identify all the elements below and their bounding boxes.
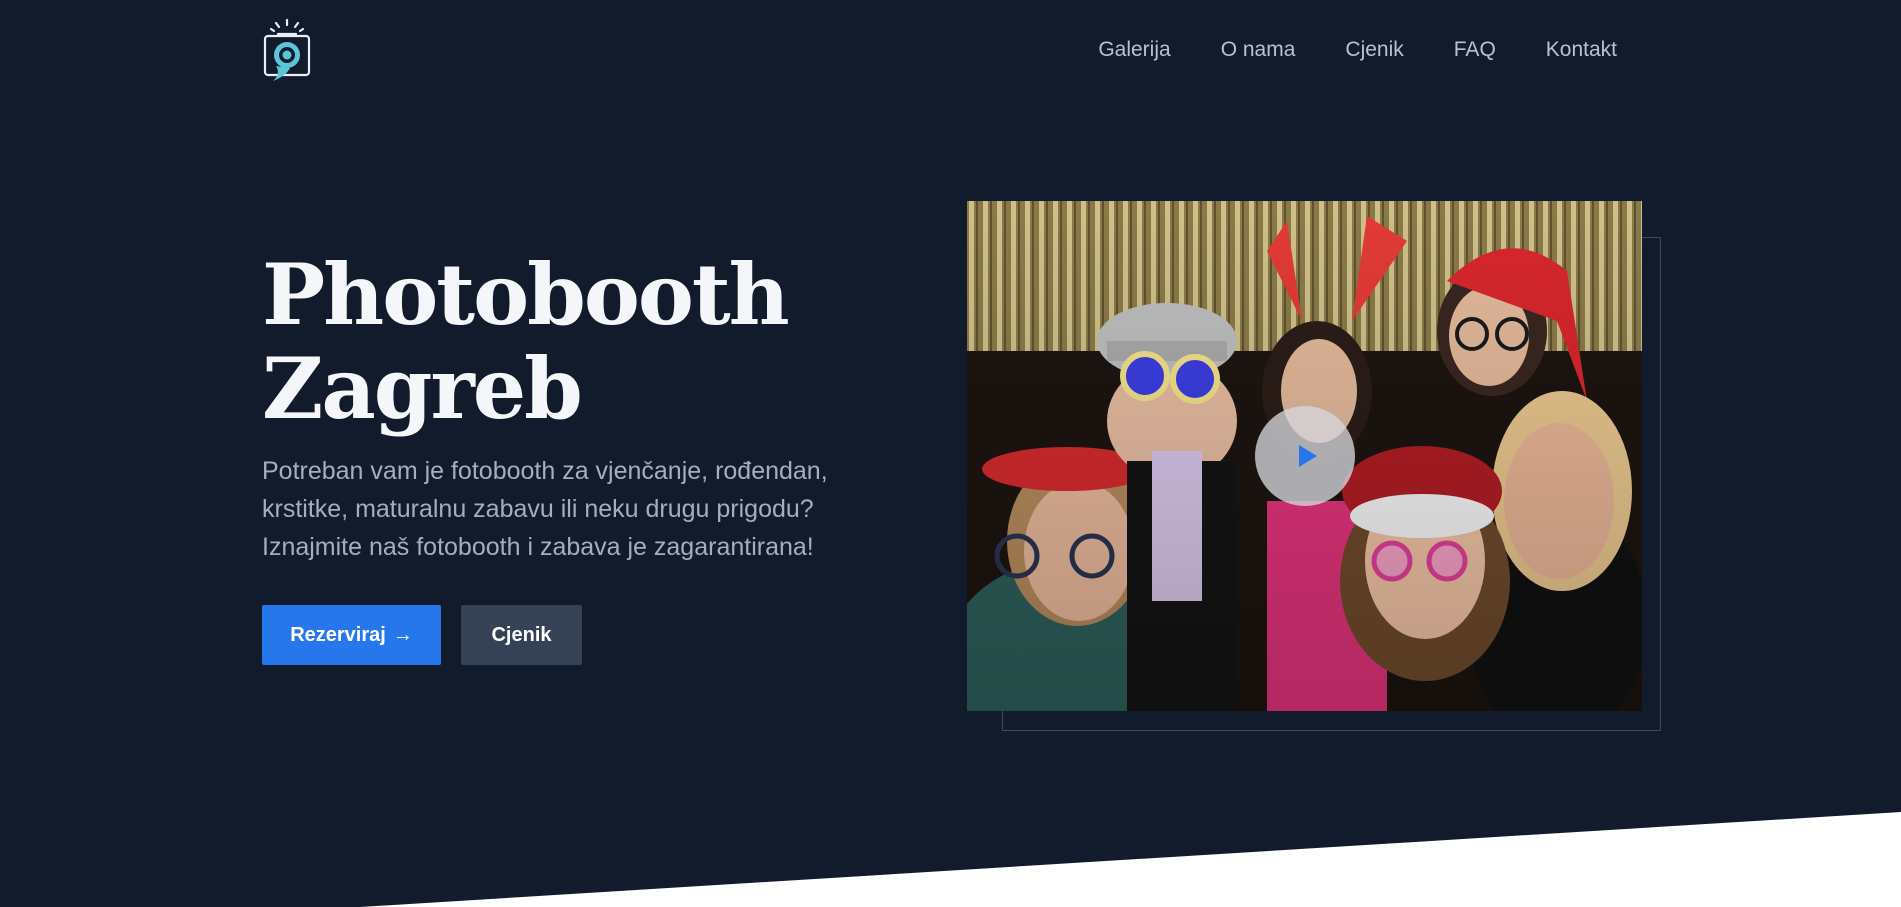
nav-galerija[interactable]: Galerija: [1098, 38, 1170, 62]
hero-title-line-1: Photobooth: [262, 245, 790, 344]
pricing-button-label: Cjenik: [491, 623, 552, 646]
play-video-button[interactable]: [1255, 406, 1355, 506]
reserve-button[interactable]: Rezerviraj →: [262, 605, 441, 665]
page: Galerija O nama Cjenik FAQ Kontakt Photo…: [0, 0, 1901, 907]
logo[interactable]: [262, 18, 312, 84]
hero-title-line-2: Zagreb: [262, 339, 583, 438]
play-icon: [1298, 445, 1317, 467]
nav-kontakt[interactable]: Kontakt: [1546, 38, 1617, 62]
hero-description: Potreban vam je fotobooth za vjenčanje, …: [262, 457, 828, 561]
main-nav: Galerija O nama Cjenik FAQ Kontakt: [1098, 38, 1617, 62]
nav-o-nama[interactable]: O nama: [1221, 38, 1296, 62]
nav-cjenik[interactable]: Cjenik: [1345, 38, 1403, 62]
nav-faq[interactable]: FAQ: [1454, 38, 1496, 62]
arrow-right-icon: →: [392, 623, 413, 646]
pricing-button[interactable]: Cjenik: [461, 605, 582, 665]
hero-title: Photobooth Zagreb: [262, 245, 790, 438]
reserve-button-label: Rezerviraj: [290, 623, 386, 646]
camera-pin-icon: [263, 18, 311, 81]
